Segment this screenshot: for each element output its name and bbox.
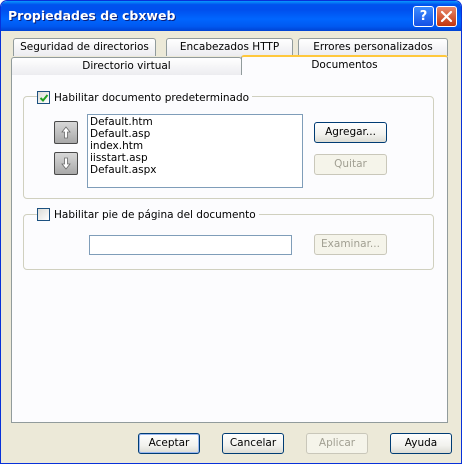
enable-default-document-checkbox[interactable] bbox=[37, 91, 50, 104]
list-item[interactable]: Default.aspx bbox=[90, 164, 300, 176]
help-button[interactable]: Ayuda bbox=[390, 433, 452, 454]
enable-default-document-label: Habilitar documento predeterminado bbox=[54, 91, 250, 104]
window-title: Propiedades de cbxweb bbox=[8, 8, 176, 23]
enable-default-document-row[interactable]: Habilitar documento predeterminado bbox=[37, 91, 253, 104]
arrow-down-icon bbox=[61, 157, 71, 170]
tab-label: Documentos bbox=[311, 59, 378, 71]
list-item[interactable]: Default.asp bbox=[90, 128, 300, 140]
browse-button[interactable]: Examinar... bbox=[314, 234, 387, 255]
list-item[interactable]: iisstart.asp bbox=[90, 152, 300, 164]
ok-button[interactable]: Aceptar bbox=[138, 433, 200, 454]
enable-footer-label: Habilitar pie de página del documento bbox=[54, 208, 256, 221]
tab-label: Seguridad de directorios bbox=[20, 41, 149, 53]
arrow-up-icon bbox=[61, 126, 71, 139]
tab-errores-personalizados[interactable]: Errores personalizados bbox=[298, 38, 448, 56]
tab-label: Encabezados HTTP bbox=[179, 41, 280, 53]
enable-footer-row[interactable]: Habilitar pie de página del documento bbox=[37, 208, 259, 221]
tab-encabezados-http[interactable]: Encabezados HTTP bbox=[166, 38, 293, 56]
remove-button[interactable]: Quitar bbox=[314, 154, 387, 175]
close-button[interactable] bbox=[436, 6, 457, 27]
move-up-button[interactable] bbox=[54, 121, 78, 144]
move-down-button[interactable] bbox=[54, 152, 78, 175]
add-button[interactable]: Agregar... bbox=[314, 122, 387, 143]
tab-documentos[interactable]: Documentos bbox=[241, 55, 448, 74]
cancel-button[interactable]: Cancelar bbox=[222, 433, 284, 454]
list-item[interactable]: index.htm bbox=[90, 140, 300, 152]
checkmark-icon bbox=[39, 94, 49, 102]
enable-footer-checkbox[interactable] bbox=[37, 208, 50, 221]
footer-path-input[interactable] bbox=[89, 235, 292, 255]
question-icon: ? bbox=[419, 9, 428, 24]
tab-directorio-virtual[interactable]: Directorio virtual bbox=[11, 57, 242, 75]
list-item[interactable]: Default.htm bbox=[90, 116, 300, 128]
tab-label: Directorio virtual bbox=[82, 60, 171, 72]
default-documents-list[interactable]: Default.htm Default.asp index.htm iissta… bbox=[87, 114, 303, 188]
close-icon bbox=[440, 10, 453, 23]
properties-dialog: Propiedades de cbxweb ? Seguridad de dir… bbox=[0, 0, 462, 464]
tab-seguridad-directorios[interactable]: Seguridad de directorios bbox=[13, 38, 156, 56]
help-title-button[interactable]: ? bbox=[413, 6, 434, 27]
title-bar[interactable]: Propiedades de cbxweb ? bbox=[1, 1, 461, 31]
tab-label: Errores personalizados bbox=[313, 41, 433, 53]
apply-button[interactable]: Aplicar bbox=[306, 433, 368, 454]
